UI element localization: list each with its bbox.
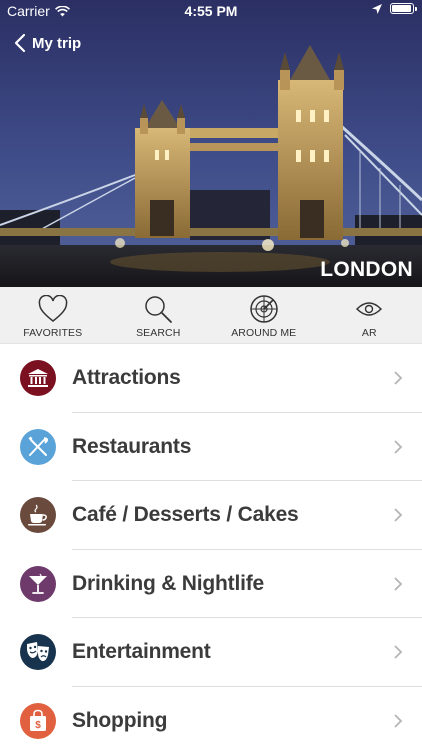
chevron-right-icon bbox=[394, 645, 403, 659]
category-row-restaurants[interactable]: Restaurants bbox=[0, 413, 422, 481]
status-bar: Carrier 4:55 PM bbox=[0, 0, 422, 22]
city-name: LONDON bbox=[320, 258, 413, 281]
status-right-group bbox=[372, 3, 417, 14]
category-row-attractions[interactable]: Attractions bbox=[0, 344, 422, 413]
drinking-badge bbox=[20, 565, 56, 602]
category-label: Attractions bbox=[72, 366, 181, 390]
museum-icon bbox=[28, 369, 48, 388]
toolbar-around-me-label: AROUND ME bbox=[231, 327, 297, 339]
toolbar-around-me[interactable]: AROUND ME bbox=[211, 287, 317, 343]
category-row-cafe[interactable]: Café / Desserts / Cakes bbox=[0, 481, 422, 550]
cafe-badge bbox=[20, 497, 56, 534]
back-button[interactable]: My trip bbox=[14, 33, 81, 53]
category-label: Restaurants bbox=[72, 434, 192, 458]
chevron-right-icon bbox=[394, 714, 403, 728]
category-row-entertainment[interactable]: Entertainment bbox=[0, 618, 422, 687]
entertainment-badge bbox=[20, 634, 56, 671]
toolbar-ar-label: AR bbox=[361, 327, 377, 339]
toolbar-favorites-label: FAVORITES bbox=[23, 327, 83, 339]
attractions-badge bbox=[20, 360, 56, 397]
toolbar: FAVORITES SEARCH AROUND ME AR bbox=[0, 287, 422, 344]
category-row-shopping[interactable]: $ Shopping bbox=[0, 687, 422, 750]
chevron-right-icon bbox=[394, 508, 403, 522]
category-label: Shopping bbox=[72, 708, 168, 732]
category-label: Entertainment bbox=[72, 640, 211, 664]
category-row-drinking[interactable]: Drinking & Nightlife bbox=[0, 550, 422, 618]
coffee-cup-icon bbox=[28, 504, 47, 526]
location-arrow-icon bbox=[372, 3, 382, 14]
cocktail-icon bbox=[29, 573, 47, 594]
chevron-right-icon bbox=[394, 371, 403, 385]
toolbar-search[interactable]: SEARCH bbox=[106, 287, 212, 343]
category-list: Attractions Restaurants Café / Desserts … bbox=[0, 344, 422, 750]
restaurants-badge bbox=[20, 428, 56, 465]
toolbar-favorites[interactable]: FAVORITES bbox=[0, 287, 106, 343]
status-time: 4:55 PM bbox=[184, 3, 238, 19]
toolbar-search-label: SEARCH bbox=[136, 327, 181, 339]
radar-icon bbox=[250, 295, 278, 323]
chevron-right-icon bbox=[394, 440, 403, 454]
theater-masks-icon bbox=[27, 642, 49, 662]
back-button-label: My trip bbox=[32, 34, 82, 52]
category-label: Café / Desserts / Cakes bbox=[72, 503, 299, 527]
shopping-badge: $ bbox=[20, 702, 56, 739]
heart-icon bbox=[38, 295, 68, 322]
shopping-bag-icon: $ bbox=[30, 709, 46, 731]
search-icon bbox=[145, 296, 173, 323]
svg-text:$: $ bbox=[35, 720, 41, 731]
battery-icon bbox=[390, 3, 417, 14]
cutlery-icon bbox=[28, 436, 48, 456]
eye-icon bbox=[356, 302, 383, 316]
chevron-right-icon bbox=[394, 577, 403, 591]
toolbar-ar[interactable]: AR bbox=[317, 287, 422, 343]
category-label: Drinking & Nightlife bbox=[72, 571, 264, 595]
chevron-left-icon bbox=[14, 33, 26, 53]
